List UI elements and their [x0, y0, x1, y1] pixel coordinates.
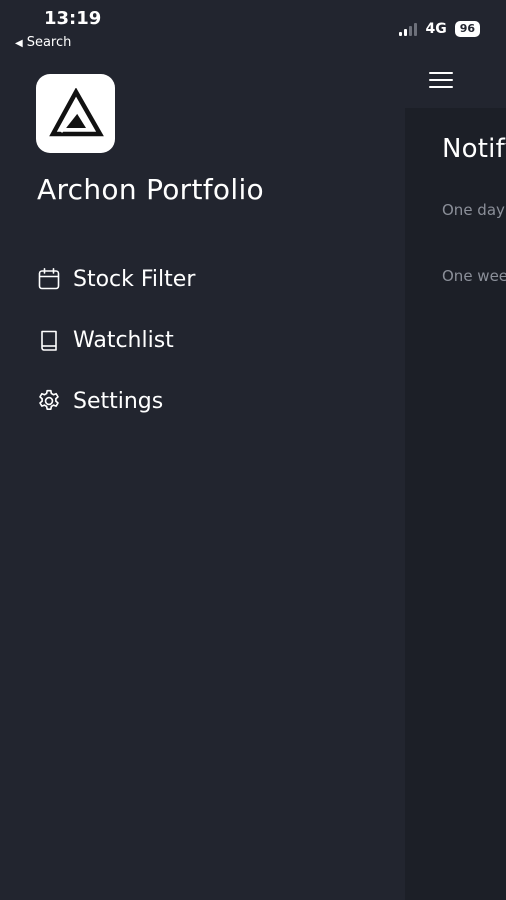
menu-item-stock-filter[interactable]: Stock Filter — [36, 261, 376, 297]
app-title: Archon Portfolio — [37, 173, 264, 206]
notification-option-day[interactable]: One day — [442, 201, 505, 219]
menu-item-label: Settings — [73, 388, 164, 414]
calendar-icon — [36, 266, 62, 292]
battery-indicator: 96 — [454, 21, 480, 37]
hamburger-menu-icon[interactable] — [429, 70, 453, 90]
cellular-signal-icon — [399, 22, 418, 36]
notifications-title: Notify — [442, 134, 506, 164]
background-header — [405, 0, 506, 108]
network-type: 4G — [425, 21, 447, 37]
menu-item-settings[interactable]: Settings — [36, 383, 376, 419]
back-to-search-link[interactable]: ◀ Search — [15, 35, 71, 50]
archon-triangle-logo-icon — [48, 87, 104, 136]
navigation-drawer: 13:19 ◀Search Archon Portfolio Stock Fi — [0, 0, 405, 900]
menu-item-label: Watchlist — [73, 327, 174, 353]
notification-option-week[interactable]: One week — [442, 267, 506, 285]
background-page: Notify One day One week — [405, 0, 506, 900]
background-content — [405, 108, 506, 900]
app-logo — [36, 74, 115, 153]
status-time: 13:19 — [44, 8, 102, 29]
back-label: Search — [26, 35, 72, 50]
menu-item-watchlist[interactable]: Watchlist — [36, 322, 376, 358]
book-icon — [36, 327, 62, 353]
status-indicators: 4G 96 — [399, 18, 480, 40]
gear-icon — [36, 388, 62, 414]
back-triangle-icon: ◀ — [15, 38, 23, 49]
menu-item-label: Stock Filter — [73, 266, 196, 292]
screen: Notify One day One week 13:19 ◀Search Ar… — [0, 0, 506, 900]
